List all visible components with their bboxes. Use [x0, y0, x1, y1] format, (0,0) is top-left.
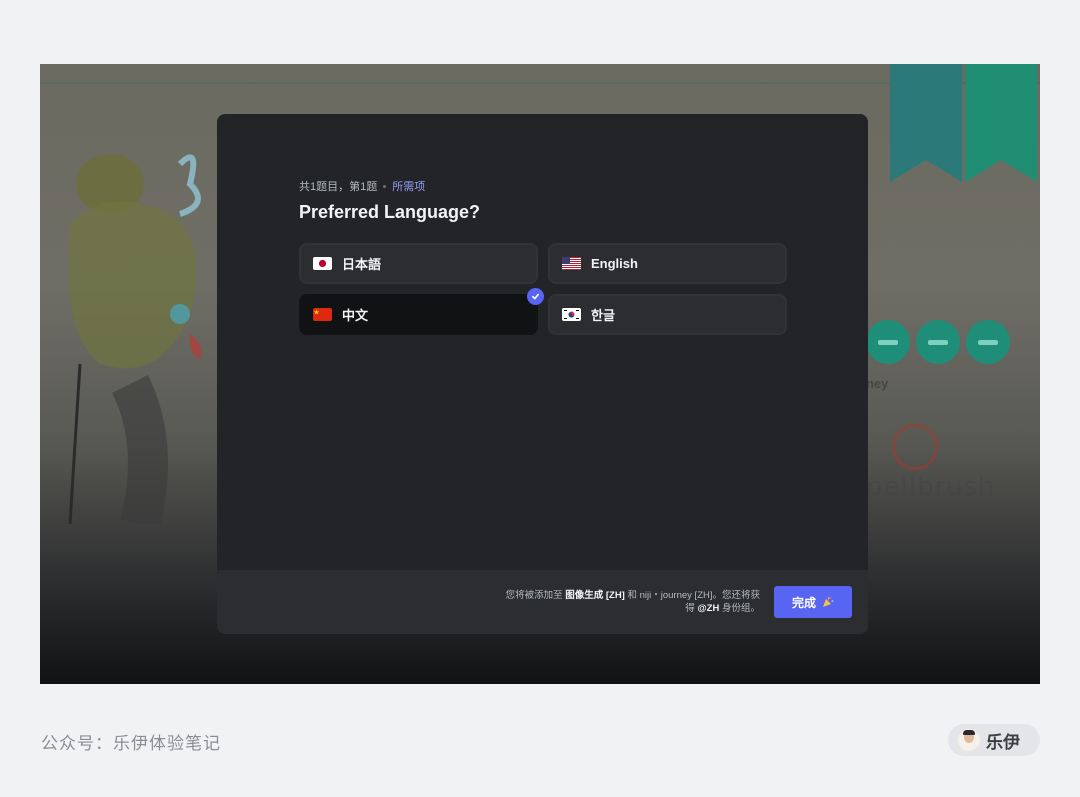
option-english[interactable]: English — [548, 243, 787, 284]
channel-name: 图像生成 [ZH] — [565, 590, 625, 601]
done-label: 完成 — [791, 595, 816, 610]
option-korean[interactable]: 한글 — [548, 294, 787, 335]
bookmark-ribbon-icon — [890, 64, 962, 182]
minus-circle-icon — [916, 320, 960, 364]
progress-text: 共1题目，第1题 — [299, 181, 378, 193]
option-label: 한글 — [591, 308, 615, 323]
footer-note: 您将被添加至 图像生成 [ZH] 和 niji・journey [ZH]。您还将… — [500, 589, 760, 615]
kr-flag-icon — [562, 308, 581, 321]
question-title: Preferred Language? — [299, 202, 481, 222]
author-badge: 乐伊 — [948, 724, 1040, 756]
separator-dot — [383, 184, 387, 188]
done-button[interactable]: 完成 — [774, 586, 852, 618]
note-text: 身份组。 — [721, 603, 760, 614]
us-flag-icon — [562, 257, 581, 270]
app-screenshot: ney pellbrush 共1题目，第1题 所需项 Preferred Lan… — [40, 64, 1040, 684]
modal-body: 共1题目，第1题 所需项 Preferred Language? 日本語 Eng… — [299, 178, 787, 335]
option-japanese[interactable]: 日本語 — [299, 243, 538, 284]
background-circle-row — [866, 320, 1010, 364]
role-name: @ZH — [697, 603, 720, 614]
modal-footer: 您将被添加至 图像生成 [ZH] 和 niji・journey [ZH]。您还将… — [217, 570, 868, 634]
footer-caption: 公众号：乐伊体验笔记 — [41, 734, 221, 754]
note-text: 您将被添加至 — [505, 590, 563, 601]
background-logo-icon — [892, 424, 938, 470]
background-text: ney — [866, 376, 889, 391]
required-label: 所需项 — [392, 181, 426, 193]
checkmark-icon — [527, 288, 544, 305]
option-label: English — [591, 256, 638, 271]
party-popper-icon — [823, 596, 834, 607]
minus-circle-icon — [866, 320, 910, 364]
minus-circle-icon — [966, 320, 1010, 364]
option-label: 日本語 — [342, 257, 382, 272]
onboarding-modal: 共1题目，第1题 所需项 Preferred Language? 日本語 Eng… — [217, 114, 868, 634]
language-options: 日本語 English 中文 한글 — [299, 243, 787, 335]
option-chinese[interactable]: 中文 — [299, 288, 544, 335]
cn-flag-icon — [313, 308, 332, 321]
bookmark-ribbon-icon — [965, 64, 1037, 182]
jp-flag-icon — [313, 257, 332, 270]
background-illustration — [68, 154, 202, 524]
question-progress: 共1题目，第1题 所需项 — [299, 178, 787, 194]
author-name: 乐伊 — [986, 732, 1020, 753]
background-text: pellbrush — [866, 472, 996, 502]
option-label: 中文 — [342, 308, 369, 323]
avatar — [958, 729, 980, 751]
